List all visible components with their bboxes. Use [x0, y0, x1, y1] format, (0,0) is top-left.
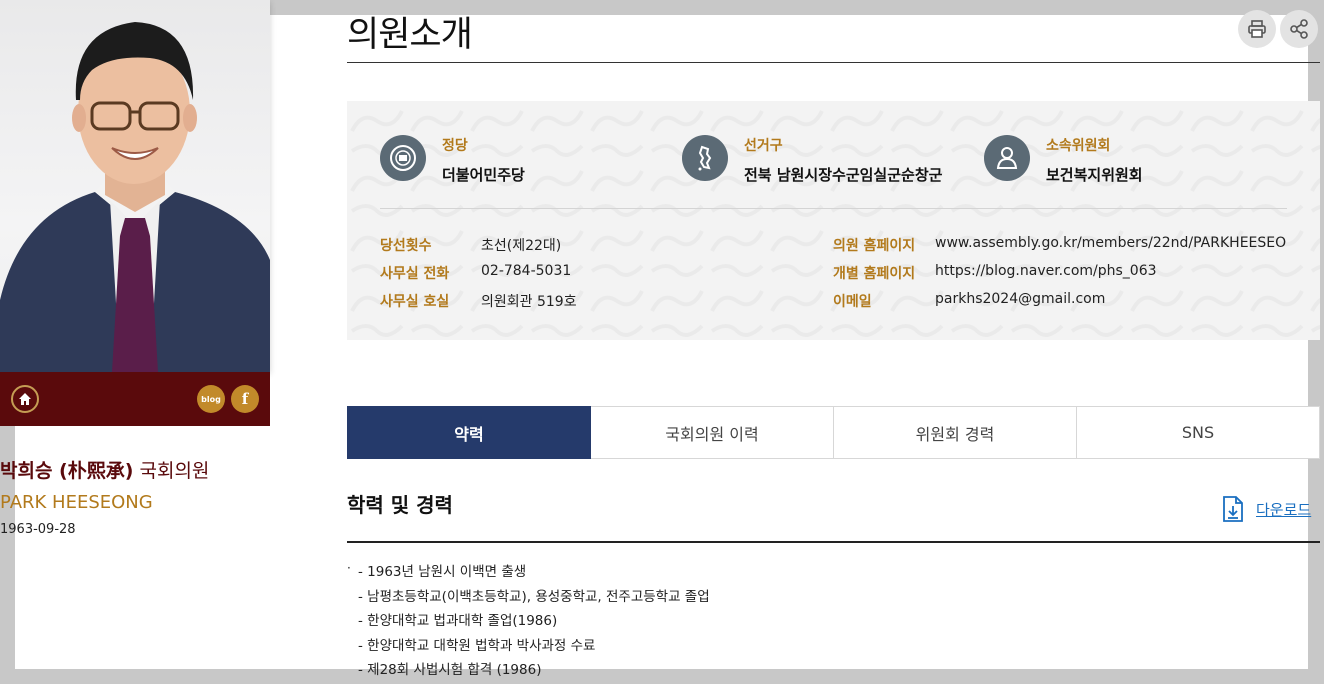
career-item-text: - 남평초등학교(이백초등학교), 용성중학교, 전주고등학교 졸업 — [358, 588, 710, 605]
email-link[interactable]: parkhs2024@gmail.com — [935, 291, 1105, 307]
map-icon — [682, 135, 728, 181]
profile-tabs: 약력 국회의원 이력 위원회 경력 SNS — [347, 406, 1320, 459]
phone-value: 02-784-5031 — [481, 263, 572, 279]
page-title: 의원소개 — [347, 15, 473, 55]
room-value: 의원회관 519호 — [481, 294, 577, 310]
download-button[interactable]: 다운로드 — [1222, 496, 1311, 522]
member-photo — [0, 0, 270, 372]
party-label: 정당 — [442, 138, 468, 154]
email-label: 이메일 — [833, 294, 872, 310]
home-icon[interactable] — [11, 385, 39, 413]
info-divider — [380, 208, 1287, 209]
share-button[interactable] — [1280, 10, 1318, 48]
career-item-text: - 제28회 사법시험 합격 (1986) — [358, 662, 542, 679]
member-name: 박희승 (朴熙承) 국회의원 — [0, 456, 209, 483]
section-divider — [347, 541, 1320, 543]
career-item-text: - 한양대학교 법과대학 졸업(1986) — [358, 613, 558, 630]
member-info-panel: 정당 더불어민주당 선거구 전북 남원시장수군임실군순창군 소속위원회 보건복지… — [347, 101, 1320, 340]
homepage-label: 의원 홈페이지 — [833, 238, 916, 254]
tab-assembly-history[interactable]: 국회의원 이력 — [591, 406, 834, 459]
member-birth: 1963-09-28 — [0, 522, 76, 537]
list-item: - 제28회 사법시험 합격 (1986) — [347, 658, 710, 683]
print-button[interactable] — [1238, 10, 1276, 48]
title-divider — [347, 62, 1320, 63]
committee-value: 보건복지위원회 — [1046, 166, 1143, 184]
party-emblem-icon — [380, 135, 426, 181]
tab-sns[interactable]: SNS — [1077, 406, 1320, 459]
list-item: - 남평초등학교(이백초등학교), 용성중학교, 전주고등학교 졸업 — [347, 585, 710, 610]
person-icon — [984, 135, 1030, 181]
party-badge: 정당 더불어민주당 — [380, 135, 525, 185]
district-label: 선거구 — [744, 138, 783, 154]
party-value: 더불어민주당 — [442, 166, 525, 184]
homepage-link[interactable]: www.assembly.go.kr/members/22nd/PARKHEES… — [935, 235, 1287, 251]
print-icon — [1248, 20, 1266, 38]
tab-career[interactable]: 약력 — [347, 406, 591, 459]
section-title: 학력 및 경력 — [347, 493, 453, 517]
tab-committee-career[interactable]: 위원회 경력 — [834, 406, 1077, 459]
list-item: - 한양대학교 법과대학 졸업(1986) — [347, 609, 710, 634]
bullet-dot: · — [347, 561, 351, 575]
career-item-text: - 한양대학교 대학원 법학과 박사과정 수료 — [358, 637, 596, 654]
blog-button[interactable]: blog — [197, 385, 225, 413]
member-name-en: PARK HEESEONG — [0, 492, 153, 513]
list-item: - 한양대학교 대학원 법학과 박사과정 수료 — [347, 634, 710, 659]
personal-label: 개별 홈페이지 — [833, 266, 916, 282]
district-value: 전북 남원시장수군임실군순창군 — [744, 166, 943, 184]
facebook-icon[interactable]: f — [231, 385, 259, 413]
committee-badge: 소속위원회 보건복지위원회 — [984, 135, 1143, 185]
photo-social-bar: blog f — [0, 372, 270, 426]
phone-label: 사무실 전화 — [380, 266, 450, 282]
terms-value: 초선(제22대) — [481, 238, 562, 254]
career-list: · - 1963년 남원시 이백면 출생 - 남평초등학교(이백초등학교), 용성… — [347, 560, 710, 683]
terms-label: 당선횟수 — [380, 238, 432, 254]
district-badge: 선거구 전북 남원시장수군임실군순창군 — [682, 135, 942, 185]
file-download-icon — [1223, 496, 1243, 522]
member-title: 국회의원 — [139, 460, 210, 482]
download-label[interactable]: 다운로드 — [1256, 499, 1311, 520]
room-label: 사무실 호실 — [380, 294, 450, 310]
career-item-text: - 1963년 남원시 이백면 출생 — [358, 564, 527, 580]
list-item: · - 1963년 남원시 이백면 출생 — [347, 560, 710, 585]
personal-link[interactable]: https://blog.naver.com/phs_063 — [935, 263, 1157, 279]
member-name-ko: 박희승 (朴熙承) — [0, 460, 134, 482]
share-icon — [1290, 19, 1308, 39]
committee-label: 소속위원회 — [1046, 138, 1111, 154]
